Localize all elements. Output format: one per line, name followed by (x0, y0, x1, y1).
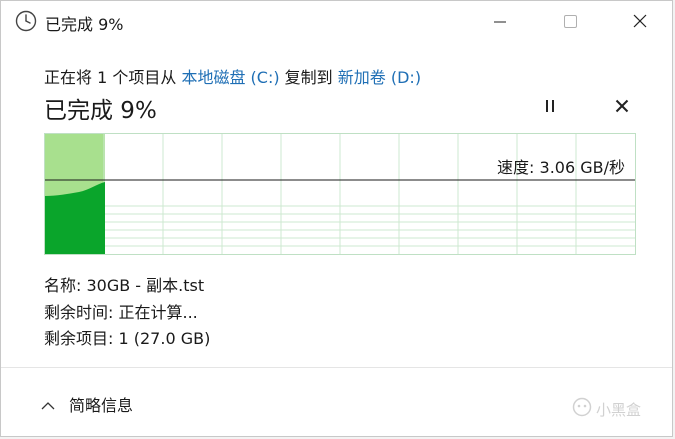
pause-icon (544, 98, 556, 117)
time-value: 正在计算... (118, 303, 198, 322)
title-bar[interactable]: 已完成 9% (1, 1, 672, 43)
graph-grid (45, 134, 635, 254)
close-icon (615, 98, 629, 117)
minimize-button[interactable] (477, 1, 523, 43)
maximize-button[interactable] (547, 1, 593, 43)
detail-time-remaining: 剩余时间: 正在计算... (44, 299, 198, 323)
detail-name: 名称: 30GB - 副本.tst (44, 272, 204, 296)
close-icon (633, 13, 647, 32)
maximize-icon (563, 13, 577, 32)
speed-graph-canvas (45, 134, 635, 254)
copy-middle: 复制到 (279, 68, 338, 87)
chevron-up-icon (41, 395, 55, 414)
clock-icon (15, 10, 37, 32)
items-label: 剩余项目: (44, 329, 119, 348)
copy-description: 正在将 1 个项目从 本地磁盘 (C:) 复制到 新加卷 (D:) (44, 64, 421, 88)
name-label: 名称: (44, 276, 87, 295)
time-label: 剩余时间: (44, 303, 119, 322)
speed-label: 速度: 3.06 GB/秒 (497, 158, 625, 177)
destination-link[interactable]: 新加卷 (D:) (338, 68, 421, 87)
cancel-button[interactable] (611, 96, 633, 118)
speed-graph: 速度: 3.06 GB/秒 (44, 133, 636, 255)
summary-toggle-button[interactable]: 简略信息 (41, 392, 133, 416)
name-value: 30GB - 副本.tst (86, 276, 205, 295)
window-title: 已完成 9% (45, 15, 124, 34)
pause-button[interactable] (539, 96, 561, 118)
watermark: 小黑盒 (572, 397, 641, 421)
copy-prefix: 正在将 1 个项目从 (44, 68, 182, 87)
items-value: 1 (27.0 GB) (118, 329, 211, 348)
copy-progress-window: 已完成 9% 正在将 1 个项目从 本地磁盘 (C:) 复制到 新加卷 (D:)… (0, 0, 673, 437)
watermark-text: 小黑盒 (596, 400, 642, 419)
watermark-logo-icon (572, 397, 592, 421)
close-button[interactable] (617, 1, 663, 43)
source-link[interactable]: 本地磁盘 (C:) (181, 68, 279, 87)
minimize-icon (494, 13, 506, 32)
progress-title: 已完成 9% (44, 98, 157, 124)
detail-items-remaining: 剩余项目: 1 (27.0 GB) (44, 325, 210, 349)
summary-label: 简略信息 (69, 396, 134, 415)
